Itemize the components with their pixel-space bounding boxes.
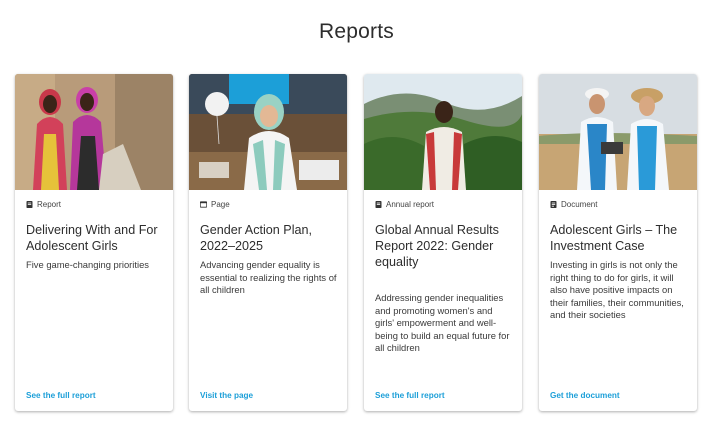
report-card[interactable]: Report Delivering With and For Adolescen… <box>15 74 173 411</box>
card-description: Five game-changing priorities <box>26 259 149 270</box>
card-photo[interactable] <box>15 74 173 190</box>
report-card[interactable]: Document Adolescent Girls – The Investme… <box>539 74 697 411</box>
report-icon <box>375 201 382 208</box>
card-type-text: Page <box>211 200 230 209</box>
card-description: Investing in girls is not only the right… <box>550 259 684 320</box>
card-heading[interactable]: Adolescent Girls – The Investment Case <box>550 222 692 254</box>
card-description: Addressing gender inequalities and promo… <box>375 292 510 353</box>
card-type-text: Annual report <box>386 200 435 209</box>
card-photo[interactable] <box>539 74 697 190</box>
card-description: Advancing gender equality is essential t… <box>200 259 337 295</box>
page-icon <box>200 201 207 208</box>
card-heading[interactable]: Global Annual Results Report 2022: Gende… <box>375 222 517 270</box>
see-full-report-link[interactable]: See the full report <box>26 391 96 400</box>
card-heading[interactable]: Gender Action Plan, 2022–2025 <box>200 222 342 254</box>
card-type-text: Report <box>37 200 62 209</box>
report-card[interactable]: Page Gender Action Plan, 2022–2025 Advan… <box>189 74 347 411</box>
page-title: Reports <box>319 20 394 43</box>
report-card[interactable]: Annual report Global Annual Results Repo… <box>364 74 522 411</box>
card-type-label: Page <box>200 200 230 209</box>
get-document-link[interactable]: Get the document <box>550 391 620 400</box>
card-type-label: Annual report <box>375 200 434 209</box>
report-icon <box>26 201 33 208</box>
card-heading[interactable]: Delivering With and For Adolescent Girls <box>26 222 168 254</box>
card-type-label: Document <box>550 200 597 209</box>
card-type-text: Document <box>561 200 598 209</box>
card-photo[interactable] <box>189 74 347 190</box>
card-type-label: Report <box>26 200 61 209</box>
visit-page-link[interactable]: Visit the page <box>200 391 253 400</box>
card-photo[interactable] <box>364 74 522 190</box>
see-full-report-link[interactable]: See the full report <box>375 391 445 400</box>
document-icon <box>550 201 557 208</box>
